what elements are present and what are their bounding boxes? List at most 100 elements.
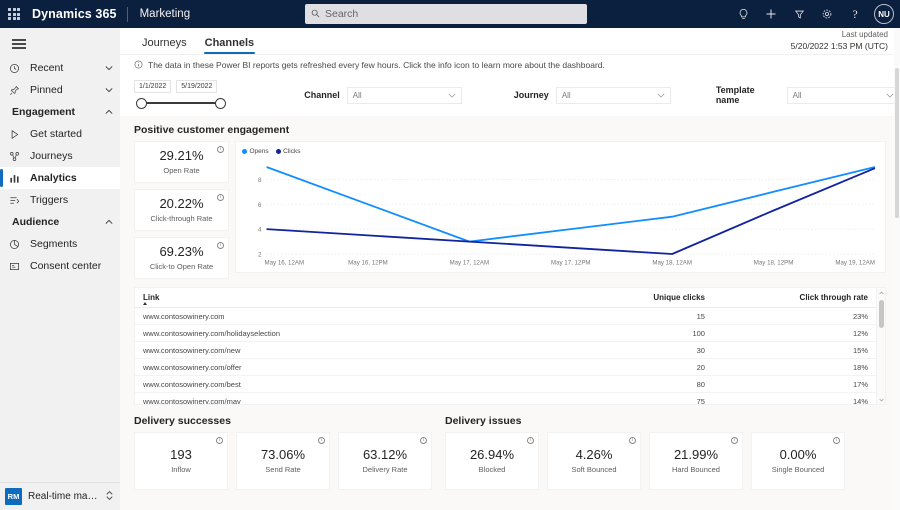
tab-journeys[interactable]: Journeys xyxy=(133,37,196,54)
avatar[interactable]: NU xyxy=(874,4,894,24)
kpi-open-rate[interactable]: i 29.21% Open Rate xyxy=(134,141,229,183)
date-to-chip[interactable]: 5/19/2022 xyxy=(176,80,218,93)
sidebar-item-segments[interactable]: Segments xyxy=(0,233,120,255)
info-icon[interactable]: i xyxy=(217,194,224,201)
dashboard-content: Positive customer engagement i 29.21% Op… xyxy=(120,116,900,510)
chevron-down-icon[interactable] xyxy=(105,84,113,96)
card-label: Single Bounced xyxy=(771,464,825,474)
slider-knob-start[interactable] xyxy=(136,97,147,109)
info-banner-text: The data in these Power BI reports gets … xyxy=(148,59,605,70)
info-icon[interactable]: i xyxy=(217,146,224,153)
chevron-down-icon[interactable] xyxy=(448,90,456,100)
sidebar-item-recent[interactable]: Recent xyxy=(0,57,120,79)
sidebar-item-consent-center[interactable]: Consent center xyxy=(0,255,120,270)
card-delivery-rate[interactable]: i 63.12% Delivery Rate xyxy=(338,432,432,490)
table-row[interactable]: www.contosowinery.com/best 80 17% xyxy=(135,375,876,393)
card-blocked[interactable]: i 26.94% Blocked xyxy=(445,432,539,490)
waffle-icon[interactable] xyxy=(0,0,28,28)
card-value: 73.06% xyxy=(260,447,306,463)
info-icon[interactable]: i xyxy=(217,242,224,249)
sidebar-group-label: Audience xyxy=(12,216,60,229)
sidebar-item-triggers[interactable]: Triggers xyxy=(0,189,120,211)
table-row[interactable]: www.contosowinery.com/may 75 14% xyxy=(135,392,876,404)
scroll-down-icon[interactable] xyxy=(877,395,885,404)
plus-icon[interactable] xyxy=(758,1,784,27)
filter-channel: Channel All xyxy=(304,86,462,104)
info-icon[interactable]: i xyxy=(420,437,427,444)
table-row[interactable]: www.contosowinery.com/holidayselection 10… xyxy=(135,324,876,342)
date-range-slider[interactable]: 1/1/2022 5/19/2022 xyxy=(134,80,252,110)
hamburger-icon[interactable] xyxy=(0,28,120,57)
sidebar-group-engagement[interactable]: Engagement xyxy=(0,101,120,123)
tab-channels[interactable]: Channels xyxy=(196,37,264,54)
date-from-chip[interactable]: 1/1/2022 xyxy=(134,80,172,93)
chevron-down-icon[interactable] xyxy=(657,90,665,100)
filter-template-value: All xyxy=(792,90,802,100)
filter-icon[interactable] xyxy=(786,1,812,27)
info-icon[interactable] xyxy=(134,56,143,74)
sidebar-item-pinned[interactable]: Pinned xyxy=(0,79,120,101)
info-icon[interactable]: i xyxy=(629,437,636,444)
info-icon[interactable]: i xyxy=(318,437,325,444)
table-row[interactable]: www.contosowinery.com/new 30 15% xyxy=(135,341,876,359)
filter-channel-select[interactable]: All xyxy=(346,86,462,104)
chart-series-clicks[interactable] xyxy=(267,168,875,254)
sidebar-item-get-started[interactable]: Get started xyxy=(0,123,120,145)
chevron-up-icon[interactable] xyxy=(105,106,113,118)
analytics-icon xyxy=(9,171,25,185)
lightbulb-icon[interactable] xyxy=(730,1,756,27)
legend-item-opens[interactable]: Opens xyxy=(242,148,269,155)
legend-label: Opens xyxy=(249,148,269,155)
delivery-successes-cards: i 193 Inflow i 73.06% Send Rate i 63.12% xyxy=(134,432,432,490)
info-icon[interactable]: i xyxy=(216,437,223,444)
kpi-click-through-rate[interactable]: i 20.22% Click-through Rate xyxy=(134,189,229,231)
info-icon[interactable]: i xyxy=(527,437,534,444)
slider-track[interactable] xyxy=(136,96,226,110)
card-soft-bounced[interactable]: i 4.26% Soft Bounced xyxy=(547,432,641,490)
sidebar-item-label: Consent center xyxy=(30,260,102,270)
search-input[interactable] xyxy=(320,8,581,20)
slider-knob-end[interactable] xyxy=(215,97,226,109)
chevron-down-icon[interactable] xyxy=(105,62,113,74)
help-icon[interactable]: ? xyxy=(842,1,868,27)
sidebar-group-audience[interactable]: Audience xyxy=(0,211,120,233)
filter-template-select[interactable]: All xyxy=(786,86,900,104)
engagement-line-chart[interactable]: Opens Clicks 2 4 6 8 May 16, 12AM May 16, 12P… xyxy=(235,141,886,273)
column-header-click-through-rate[interactable]: Click through rate xyxy=(712,288,876,308)
filter-journey: Journey All xyxy=(514,86,671,104)
card-send-rate[interactable]: i 73.06% Send Rate xyxy=(236,432,330,490)
chevron-up-icon[interactable] xyxy=(105,216,113,228)
info-icon[interactable]: i xyxy=(731,437,738,444)
kpi-label: Click-through Rate xyxy=(150,213,213,223)
chart-xtick-label: May 16, 12AM xyxy=(265,261,305,267)
column-header-unique-clicks[interactable]: Unique clicks xyxy=(549,288,713,308)
info-icon[interactable]: i xyxy=(833,437,840,444)
card-inflow[interactable]: i 193 Inflow xyxy=(134,432,228,490)
sidebar-item-analytics[interactable]: Analytics xyxy=(0,167,120,190)
triggers-icon xyxy=(9,193,25,207)
table-row[interactable]: www.contosowinery.com/offer 20 18% xyxy=(135,358,876,376)
card-label: Hard Bounced xyxy=(672,464,720,474)
scrollbar-thumb[interactable] xyxy=(879,300,884,328)
column-header-link[interactable]: Link xyxy=(135,288,550,308)
card-hard-bounced[interactable]: i 21.99% Hard Bounced xyxy=(649,432,743,490)
table-scrollbar[interactable] xyxy=(876,288,885,404)
chart-xtick-label: May 16, 12PM xyxy=(348,261,388,267)
area-switcher[interactable]: RM Real-time marketi... xyxy=(0,482,120,510)
table-row[interactable]: www.contosowinery.com 15 23% xyxy=(135,307,876,325)
global-search[interactable] xyxy=(305,4,587,24)
scroll-up-icon[interactable] xyxy=(877,288,885,297)
sidebar-group-label: Engagement xyxy=(12,106,76,119)
sidebar: Recent Pinned Engagement Get started Jou… xyxy=(0,28,120,510)
area-switcher-icon[interactable] xyxy=(105,488,114,506)
chevron-down-icon[interactable] xyxy=(886,90,894,100)
gear-icon[interactable] xyxy=(814,1,840,27)
page-scrollbar[interactable] xyxy=(894,28,900,510)
card-single-bounced[interactable]: i 0.00% Single Bounced xyxy=(751,432,845,490)
area-badge: RM xyxy=(5,488,22,505)
filter-journey-select[interactable]: All xyxy=(555,86,671,104)
sidebar-item-journeys[interactable]: Journeys xyxy=(0,145,120,167)
legend-item-clicks[interactable]: Clicks xyxy=(275,148,301,155)
page-scrollbar-thumb[interactable] xyxy=(895,68,899,218)
kpi-click-to-open-rate[interactable]: i 69.23% Click-to Open Rate xyxy=(134,237,229,279)
